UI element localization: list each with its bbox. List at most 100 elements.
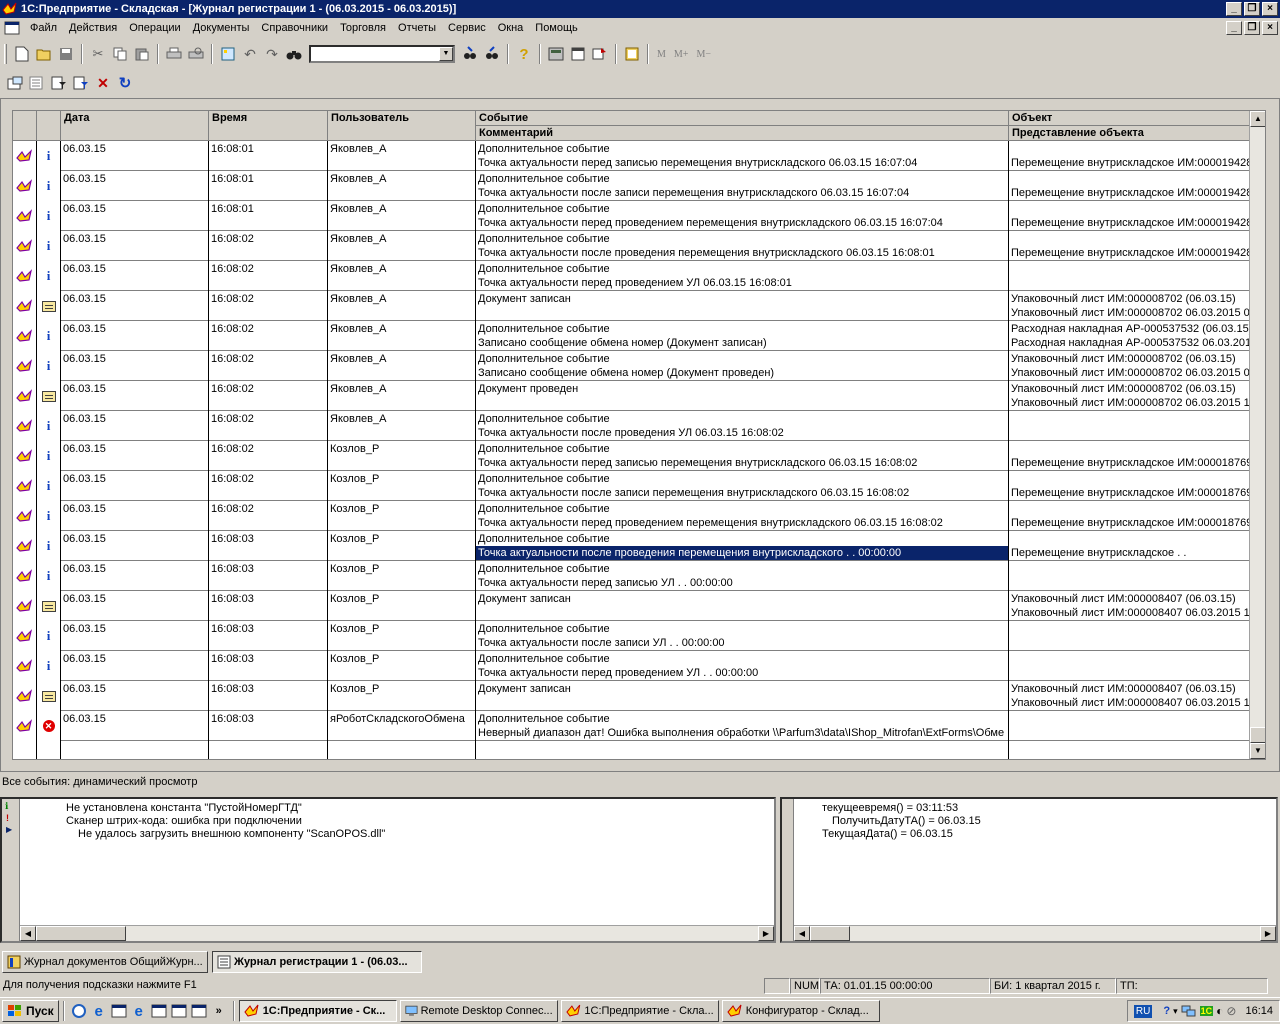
task-1c-enterprise[interactable]: 1С:Предприятие - Ск... (238, 1000, 397, 1022)
table-row[interactable]: 06.03.15 16:08:02 Яковлев_А Документ провед… (13, 381, 1265, 411)
header-time[interactable]: Время (209, 111, 328, 141)
table-row[interactable]: i 06.03.15 16:08:03 Козлов_Р Дополнительное … (13, 621, 1265, 651)
menu-actions[interactable]: Действия (63, 22, 123, 34)
table-row[interactable]: i 06.03.15 16:08:02 Козлов_Р Дополнительное … (13, 501, 1265, 531)
menu-windows[interactable]: Окна (492, 22, 530, 34)
calculator-icon[interactable] (546, 44, 566, 64)
quicklaunch-ie2-icon[interactable]: e (129, 1001, 149, 1021)
table-row[interactable]: ✕ 06.03.15 16:08:03 яРоботСкладскогоОбмена Д… (13, 711, 1265, 741)
filter-icon[interactable] (49, 73, 69, 93)
tray-dropdown-icon[interactable]: ▾ (1173, 1006, 1178, 1017)
copy-icon[interactable] (110, 44, 130, 64)
quicklaunch-window4-icon[interactable] (189, 1001, 209, 1021)
clear-filter-icon[interactable]: ✕ (93, 73, 113, 93)
watch-pane[interactable]: текущеевремя() = 03:11:53 ПолучитьДатуТА… (780, 797, 1278, 943)
scroll-up-icon[interactable]: ▲ (1250, 111, 1265, 127)
search-dropdown-icon[interactable]: ▼ (439, 47, 453, 61)
paste-icon[interactable] (132, 44, 152, 64)
messages-hscrollbar[interactable]: ◀ ▶ (20, 925, 774, 941)
menu-reports[interactable]: Отчеты (392, 22, 442, 34)
form-icon[interactable] (218, 44, 238, 64)
calendar-icon[interactable] (568, 44, 588, 64)
messages-pane[interactable]: ℹ ! ▶ Не установлена константа "ПустойНо… (0, 797, 776, 943)
new-document-icon[interactable] (12, 44, 32, 64)
undo-icon[interactable]: ↶ (240, 44, 260, 64)
memory-mplus-button[interactable]: M+ (674, 49, 689, 60)
mdi-minimize-button[interactable]: _ (1226, 21, 1242, 35)
table-row[interactable]: i 06.03.15 16:08:01 Яковлев_А Дополнительное… (13, 141, 1265, 171)
table-row[interactable]: i 06.03.15 16:08:03 Козлов_Р Дополнительное … (13, 651, 1265, 681)
table-row[interactable]: i 06.03.15 16:08:02 Яковлев_А Дополнительное… (13, 351, 1265, 381)
table-row[interactable]: i 06.03.15 16:08:01 Яковлев_А Дополнительное… (13, 171, 1265, 201)
table-row[interactable]: i 06.03.15 16:08:01 Яковлев_А Дополнительное… (13, 201, 1265, 231)
language-indicator[interactable]: RU (1133, 1004, 1153, 1018)
refresh-icon[interactable]: ↻ (115, 73, 135, 93)
table-row[interactable]: i 06.03.15 16:08:02 Яковлев_А Дополнительное… (13, 231, 1265, 261)
quicklaunch-explorer-icon[interactable] (69, 1001, 89, 1021)
print-icon[interactable] (164, 44, 184, 64)
clock[interactable]: 16:14 (1245, 1005, 1273, 1017)
table-row[interactable]: 06.03.15 16:08:02 Яковлев_А Документ записа… (13, 291, 1265, 321)
header-object[interactable]: Объект (1009, 111, 1251, 126)
quicklaunch-more-icon[interactable]: » (209, 1001, 229, 1021)
menu-documents[interactable]: Документы (187, 22, 256, 34)
menu-help[interactable]: Помощь (529, 22, 584, 34)
tab-documents-journal[interactable]: Журнал документов ОбщийЖурн... (2, 951, 208, 973)
help-tray-icon[interactable]: ? (1163, 1005, 1170, 1017)
toolbar-grip[interactable] (4, 44, 7, 64)
filter-settings-icon[interactable] (27, 73, 47, 93)
volume-icon[interactable]: ◐ (1216, 1004, 1223, 1018)
search-input[interactable] (311, 47, 439, 61)
network-icon[interactable] (1181, 1004, 1197, 1018)
header-date[interactable]: Дата (61, 111, 209, 141)
find-binoculars-icon[interactable] (284, 44, 304, 64)
header-user[interactable]: Пользователь (328, 111, 476, 141)
table-row[interactable]: 06.03.15 16:08:03 Козлов_Р Документ записан… (13, 591, 1265, 621)
table-row[interactable]: i 06.03.15 16:08:03 Козлов_Р Дополнительное … (13, 531, 1265, 561)
save-icon[interactable] (56, 44, 76, 64)
book-icon[interactable] (622, 44, 642, 64)
scroll-down-icon[interactable]: ▼ (1250, 743, 1265, 759)
menu-catalogs[interactable]: Справочники (255, 22, 334, 34)
find-next-icon[interactable] (460, 44, 480, 64)
memory-mminus-button[interactable]: M− (696, 49, 711, 60)
table-row[interactable]: i 06.03.15 16:08:02 Козлов_Р Дополнительное … (13, 441, 1265, 471)
quicklaunch-window3-icon[interactable] (169, 1001, 189, 1021)
open-folder-icon[interactable] (34, 44, 54, 64)
vertical-scrollbar[interactable]: ▲ ▼ (1249, 111, 1265, 759)
menu-trade[interactable]: Торговля (334, 22, 392, 34)
mdi-close-button[interactable]: × (1262, 21, 1278, 35)
memory-m-button[interactable]: M (657, 49, 666, 60)
table-row[interactable]: i 06.03.15 16:08:03 Козлов_Р Дополнительное … (13, 561, 1265, 591)
header-comment[interactable]: Комментарий (476, 126, 1009, 141)
header-event[interactable]: Событие (476, 111, 1009, 126)
cut-icon[interactable]: ✂ (88, 44, 108, 64)
table-row[interactable]: i 06.03.15 16:08:02 Яковлев_А Дополнительное… (13, 261, 1265, 291)
start-button[interactable]: Пуск (2, 1000, 59, 1022)
menu-file[interactable]: Файл (24, 22, 63, 34)
task-configurator[interactable]: Конфигуратор - Склад... (721, 1000, 880, 1022)
task-remote-desktop[interactable]: Remote Desktop Connec... (399, 1000, 558, 1022)
task-1c-enterprise-2[interactable]: 1С:Предприятие - Скла... (560, 1000, 719, 1022)
event-log-table[interactable]: Дата Время Пользователь Событие Коммента… (12, 110, 1266, 760)
1c-tray-icon[interactable]: 1C (1199, 1006, 1214, 1016)
quicklaunch-window-icon[interactable] (109, 1001, 129, 1021)
quicklaunch-window2-icon[interactable] (149, 1001, 169, 1021)
menu-service[interactable]: Сервис (442, 22, 492, 34)
close-button[interactable]: × (1262, 2, 1278, 16)
find-prev-icon[interactable] (482, 44, 502, 64)
help-question-icon[interactable]: ? (514, 44, 534, 64)
flag-icon[interactable] (590, 44, 610, 64)
tab-event-log[interactable]: Журнал регистрации 1 - (06.03... (212, 951, 422, 973)
print-preview-icon[interactable] (186, 44, 206, 64)
table-row[interactable]: i 06.03.15 16:08:02 Козлов_Р Дополнительное … (13, 471, 1265, 501)
properties-icon[interactable] (5, 73, 25, 93)
tray-misc-icon[interactable]: ⊘ (1226, 1004, 1236, 1018)
watch-hscrollbar[interactable]: ◀ ▶ (794, 925, 1276, 941)
restore-button[interactable]: ❐ (1244, 2, 1260, 16)
scroll-thumb[interactable] (1250, 727, 1265, 743)
filter-by-value-icon[interactable] (71, 73, 91, 93)
table-row[interactable]: 06.03.15 16:08:03 Козлов_Р Документ записан… (13, 681, 1265, 711)
redo-icon[interactable]: ↷ (262, 44, 282, 64)
search-combobox[interactable]: ▼ (309, 45, 455, 63)
